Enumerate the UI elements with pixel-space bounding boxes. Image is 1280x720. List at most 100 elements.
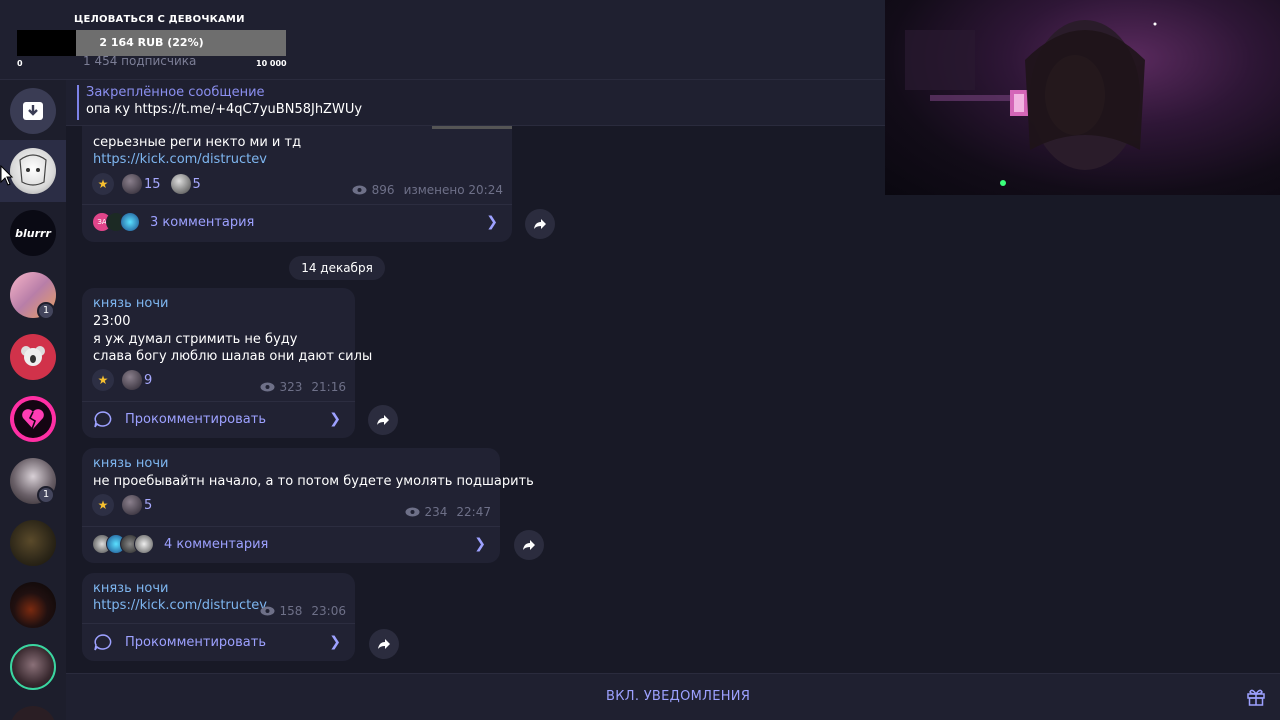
views-eye-icon: [405, 507, 419, 517]
post-author[interactable]: князь ночи: [93, 456, 168, 471]
channel-forest-avatar[interactable]: [10, 520, 56, 566]
post-text: серьезные реги некто ми и тд: [93, 135, 302, 150]
reactions[interactable]: ★ 15 5: [92, 173, 201, 195]
post-time: 21:16: [311, 380, 346, 394]
star-reaction-icon[interactable]: ★: [92, 369, 114, 391]
view-count: 323: [279, 380, 303, 394]
chevron-right-icon: ❯: [474, 536, 486, 552]
chevron-right-icon: ❯: [329, 634, 341, 650]
reaction-count: 5: [144, 497, 153, 513]
channel-broken-heart-avatar[interactable]: [10, 396, 56, 442]
reaction-avatar: [122, 495, 142, 515]
star-reaction-icon[interactable]: ★: [92, 173, 114, 195]
reaction-avatar: [122, 174, 142, 194]
archive-icon[interactable]: [10, 88, 56, 134]
comments-button[interactable]: 4 комментария: [92, 534, 268, 554]
blurrr-label: blurrr: [15, 226, 51, 240]
commenter-avatar: [134, 534, 154, 554]
channel-post[interactable]: князь ночи 23:00 я уж думал стримить не …: [82, 288, 372, 438]
mouse-cursor-icon: [0, 165, 14, 186]
channel-koala-avatar[interactable]: [10, 334, 56, 380]
channel-partial-avatar[interactable]: [10, 706, 56, 720]
date-divider: 14 декабря: [289, 256, 385, 280]
share-button[interactable]: [525, 209, 555, 239]
post-author[interactable]: князь ночи: [93, 581, 168, 596]
donation-amount: 2 164 RUB (22%): [99, 36, 204, 49]
commenter-avatars: [92, 534, 154, 554]
channel-blurrr[interactable]: blurrr: [10, 210, 56, 256]
share-arrow-icon: [523, 540, 535, 550]
share-arrow-icon: [378, 639, 390, 649]
share-arrow-icon: [534, 219, 546, 229]
divider: [82, 401, 355, 402]
post-meta: 323 21:16: [260, 380, 346, 394]
share-arrow-icon: [377, 415, 389, 425]
webcam-overlay: [885, 0, 1280, 195]
views-eye-icon: [260, 382, 274, 392]
reaction-count: 9: [144, 372, 153, 388]
pinned-text: опа ку https://t.me/+4qC7yuBN58JhZWUy: [86, 102, 363, 117]
reaction-avatar: [170, 174, 191, 194]
unread-badge: 1: [37, 302, 55, 320]
comments-label: Прокомментировать: [125, 634, 266, 650]
channel-post[interactable]: князь ночи не проебывайтн начало, а то п…: [82, 448, 534, 563]
post-link[interactable]: https://kick.com/distructev: [93, 152, 267, 167]
view-count: 896: [371, 183, 395, 197]
commenter-avatars: ЗА: [92, 212, 140, 232]
star-reaction-icon[interactable]: ★: [92, 494, 114, 516]
unread-badge: 1: [37, 486, 55, 504]
channel-footer: ВКЛ. УВЕДОМЛЕНИЯ: [66, 673, 1280, 720]
comments-label: 4 комментария: [164, 536, 269, 552]
chevron-right-icon: ❯: [329, 411, 341, 427]
views-eye-icon: [260, 606, 274, 616]
divider: [82, 204, 512, 205]
post-meta: 158 23:06: [260, 604, 346, 618]
reactions[interactable]: ★ 9: [92, 369, 152, 391]
post-link[interactable]: https://kick.com/distructev: [93, 598, 267, 613]
pinned-title: Закреплённое сообщение: [86, 85, 265, 100]
comments-button[interactable]: ЗА 3 комментария: [92, 212, 254, 232]
post-text: не проебывайтн начало, а то потом будете…: [93, 474, 534, 489]
donation-goal-title: ЦЕЛОВАТЬСЯ С ДЕВОЧКАМИ: [74, 14, 245, 25]
gift-icon[interactable]: [1246, 687, 1266, 711]
reaction-count: 15: [144, 176, 161, 192]
reaction-avatar: [122, 370, 142, 390]
telegram-channel-view: 1 454 подписчика ЦЕЛОВАТЬСЯ С ДЕВОЧКАМИ …: [0, 0, 1280, 720]
view-count: 234: [424, 505, 448, 519]
channel-face-avatar[interactable]: [10, 644, 56, 690]
view-count: 158: [279, 604, 303, 618]
enable-notifications-button[interactable]: ВКЛ. УВЕДОМЛЕНИЯ: [606, 689, 750, 704]
comments-button[interactable]: Прокомментировать: [93, 633, 266, 651]
share-button[interactable]: [369, 629, 399, 659]
comment-bubble-icon: [94, 634, 112, 651]
media-edge: [432, 126, 512, 129]
pinned-indicator: [77, 85, 79, 120]
post-time: 23:06: [311, 604, 346, 618]
donation-progress-bar: 2 164 RUB (22%): [17, 30, 286, 56]
comments-button[interactable]: Прокомментировать: [93, 410, 266, 428]
channel-anime-avatar[interactable]: [10, 148, 56, 194]
reactions[interactable]: ★ 5: [92, 494, 152, 516]
pinned-message-bar[interactable]: Закреплённое сообщение опа ку https://t.…: [66, 80, 885, 126]
donation-goal-overlay: ЦЕЛОВАТЬСЯ С ДЕВОЧКАМИ 2 164 RUB (22%) 0…: [0, 0, 300, 72]
post-time: изменено 20:24: [403, 183, 503, 197]
share-button[interactable]: [514, 530, 544, 560]
chevron-right-icon: ❯: [486, 214, 498, 230]
post-text: 23:00 я уж думал стримить не буду слава …: [93, 314, 373, 364]
channel-post[interactable]: серьезные реги некто ми и тд https://kic…: [82, 126, 512, 242]
channel-post[interactable]: князь ночи https://kick.com/distructev 1…: [82, 573, 355, 661]
post-meta: 896 изменено 20:24: [352, 183, 503, 197]
share-button[interactable]: [368, 405, 398, 435]
post-author[interactable]: князь ночи: [93, 296, 168, 311]
donation-min: 0: [17, 59, 23, 68]
channel-dark-avatar[interactable]: [10, 582, 56, 628]
comments-label: 3 комментария: [150, 214, 255, 230]
divider: [82, 623, 355, 624]
post-meta: 234 22:47: [405, 505, 491, 519]
comment-bubble-icon: [94, 411, 112, 428]
commenter-avatar: [120, 212, 140, 232]
divider: [82, 526, 500, 527]
comments-label: Прокомментировать: [125, 411, 266, 427]
views-eye-icon: [352, 185, 367, 195]
post-time: 22:47: [456, 505, 491, 519]
